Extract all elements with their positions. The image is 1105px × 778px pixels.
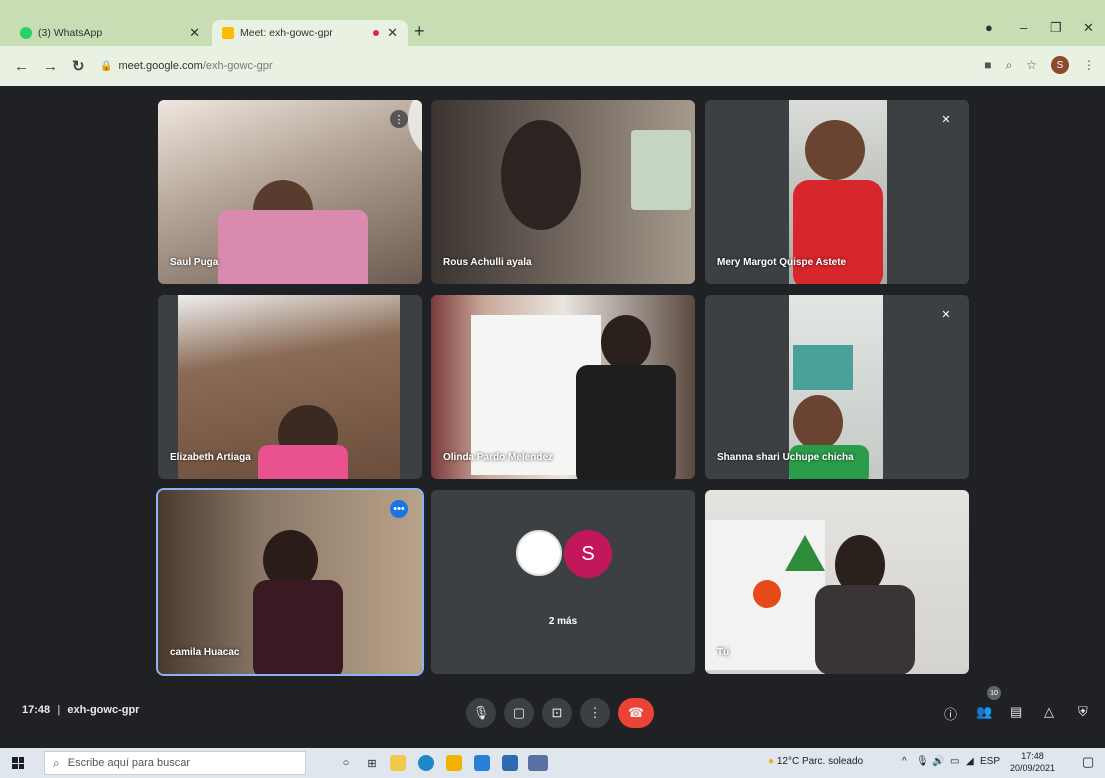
mail-icon[interactable] xyxy=(474,755,490,771)
meeting-time: 17:48 xyxy=(22,704,51,716)
url-host: meet.google.com xyxy=(118,60,203,72)
minimize-icon[interactable]: – xyxy=(1020,20,1027,35)
notifications-icon[interactable]: ▢ xyxy=(1082,754,1094,770)
tray-chevron-icon[interactable]: ^ xyxy=(902,756,907,767)
url-input[interactable]: 🔒 meet.google.com/exh-gowc-gpr xyxy=(100,54,970,78)
more-options-icon[interactable]: ••• xyxy=(390,500,408,518)
forward-icon[interactable]: → xyxy=(43,58,58,75)
windows-taskbar: ⌕ Escribe aquí para buscar ○ ⊞ ● 12°C Pa… xyxy=(0,748,1105,778)
recording-dot-icon xyxy=(373,30,380,36)
menu-kebab-icon[interactable]: ⋮ xyxy=(1083,58,1095,72)
meeting-details[interactable]: 17:48 | exh-gowc-gpr xyxy=(22,704,139,716)
activities-icon[interactable]: △ xyxy=(1044,704,1054,720)
address-bar: ← → ↻ 🔒 meet.google.com/exh-gowc-gpr ■ ⌕… xyxy=(0,46,1105,86)
meeting-info-icon[interactable]: ⓘ xyxy=(944,704,957,723)
participant-avatar-letter: S xyxy=(564,530,612,578)
weather-sun-icon: ● xyxy=(768,756,775,767)
self-tile[interactable]: Tú xyxy=(705,490,969,674)
muted-mic-icon: ✕ xyxy=(941,308,951,321)
participant-name: Elizabeth Artiaga xyxy=(170,452,251,463)
participant-name: Tú xyxy=(717,647,730,658)
app-icon[interactable] xyxy=(502,755,518,771)
profile-avatar[interactable]: S xyxy=(1051,56,1069,74)
participant-tile[interactable]: ⋮ Saul Puga xyxy=(158,100,422,284)
network-icon[interactable]: ◢ xyxy=(966,756,974,767)
task-view-icon[interactable]: ⊞ xyxy=(364,755,380,771)
meet-icon xyxy=(222,27,234,39)
tab-meet-label: Meet: exh-gowc-gpr xyxy=(240,27,333,39)
edge-icon[interactable] xyxy=(418,755,434,771)
participant-avatar xyxy=(516,530,562,576)
participant-name: Olinda Pardo Melendez xyxy=(443,452,554,463)
participant-name: Mery Margot Quispe Astete xyxy=(717,257,847,268)
store-icon[interactable] xyxy=(446,755,462,771)
present-screen-button[interactable]: ⊡ xyxy=(542,698,572,728)
tab-whatsapp[interactable]: (3) WhatsApp ✕ xyxy=(10,20,210,46)
cortana-icon[interactable]: ○ xyxy=(338,755,354,771)
chrome-taskbar-icon[interactable] xyxy=(528,755,548,771)
participants-count-badge: 10 xyxy=(987,686,1001,700)
participant-tile-pinned[interactable]: ••• camila Huacac xyxy=(156,488,424,676)
camera-button[interactable]: ▢ xyxy=(504,698,534,728)
people-icon[interactable]: 👥 xyxy=(976,704,992,720)
new-tab-plus-icon[interactable]: + xyxy=(414,21,425,42)
language-indicator[interactable]: ESP xyxy=(980,756,1000,767)
file-explorer-icon[interactable] xyxy=(390,755,406,771)
participant-name: Rous Achulli ayala xyxy=(443,257,532,268)
meeting-code: exh-gowc-gpr xyxy=(67,704,140,716)
participant-tile[interactable]: ✕ Mery Margot Quispe Astete xyxy=(705,100,969,284)
browser-tab-bar: (3) WhatsApp ✕ Meet: exh-gowc-gpr ✕ + ● … xyxy=(0,0,1105,46)
url-path: /exh-gowc-gpr xyxy=(202,60,273,72)
participant-name: camila Huacac xyxy=(170,647,240,658)
chat-icon[interactable]: ▤ xyxy=(1010,704,1022,720)
tab-whatsapp-label: (3) WhatsApp xyxy=(38,27,103,39)
host-controls-icon[interactable]: ⛨ xyxy=(1078,704,1088,720)
participant-tile[interactable]: Olinda Pardo Melendez xyxy=(431,295,695,479)
clock-time: 17:48 xyxy=(1021,751,1044,761)
participant-tile[interactable]: ✕ Shanna shari Uchupe chicha xyxy=(705,295,969,479)
search-placeholder: Escribe aquí para buscar xyxy=(67,757,191,769)
weather-widget[interactable]: ● 12°C Parc. soleado xyxy=(768,756,863,767)
tray-mic-icon[interactable]: 🎙 xyxy=(916,756,929,767)
participant-tile[interactable]: Elizabeth Artiaga xyxy=(158,295,422,479)
taskbar-clock[interactable]: 17:48 20/09/2021 xyxy=(1010,750,1055,774)
profile-circle-icon[interactable]: ● xyxy=(985,20,993,35)
microphone-button[interactable]: 🎙 xyxy=(466,698,496,728)
close-tab-icon[interactable]: ✕ xyxy=(387,25,398,41)
volume-icon[interactable]: 🔊 xyxy=(932,756,944,767)
more-participants-label: 2 más xyxy=(548,616,578,627)
whatsapp-icon xyxy=(20,27,32,39)
zoom-icon[interactable]: ⌕ xyxy=(1006,58,1013,73)
separator: | xyxy=(57,704,61,716)
taskbar-search-input[interactable]: ⌕ Escribe aquí para buscar xyxy=(44,751,306,775)
camera-permission-icon[interactable]: ■ xyxy=(984,58,991,72)
clock-date: 20/09/2021 xyxy=(1010,763,1056,773)
search-icon: ⌕ xyxy=(53,755,60,770)
weather-text: 12°C Parc. soleado xyxy=(776,756,864,767)
close-tab-icon[interactable]: ✕ xyxy=(189,25,200,41)
lock-icon: 🔒 xyxy=(100,60,113,72)
muted-mic-icon: ✕ xyxy=(941,113,951,126)
bookmark-star-icon[interactable]: ☆ xyxy=(1026,58,1037,72)
leave-call-button[interactable]: ☎ xyxy=(618,698,654,728)
reload-icon[interactable]: ↻ xyxy=(72,57,85,75)
participant-tile[interactable]: Rous Achulli ayala xyxy=(431,100,695,284)
more-participants-tile[interactable]: S 2 más xyxy=(431,490,695,674)
windows-start-icon[interactable] xyxy=(12,757,24,769)
close-window-icon[interactable]: ✕ xyxy=(1083,20,1094,36)
participant-name: Saul Puga xyxy=(170,257,219,268)
tab-meet[interactable]: Meet: exh-gowc-gpr ✕ xyxy=(212,20,408,46)
battery-icon[interactable]: ▭ xyxy=(950,756,959,767)
restore-icon[interactable]: ❐ xyxy=(1050,20,1062,36)
meeting-controls-bar: 17:48 | exh-gowc-gpr 🎙 ▢ ⊡ ⋮ ☎ ⓘ 👥 ▤ △ ⛨ xyxy=(0,690,1105,734)
participant-name: Shanna shari Uchupe chicha xyxy=(717,452,854,463)
back-icon[interactable]: ← xyxy=(14,58,29,75)
more-options-icon[interactable]: ⋮ xyxy=(390,110,408,128)
more-options-button[interactable]: ⋮ xyxy=(580,698,610,728)
